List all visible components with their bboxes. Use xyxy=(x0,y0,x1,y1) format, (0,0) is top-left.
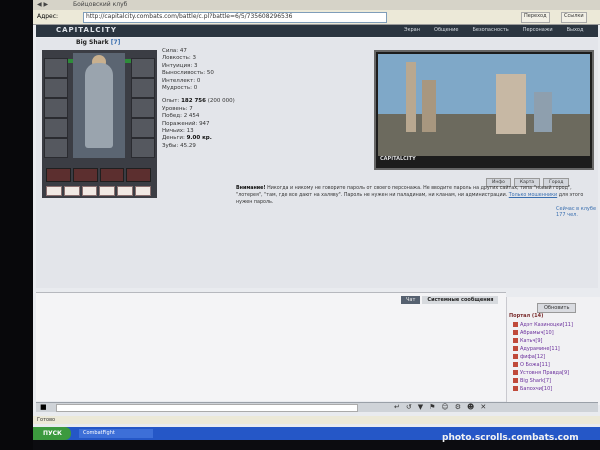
exit-icon[interactable]: ✕ xyxy=(480,403,486,411)
stat-row: Интуиция: 3 xyxy=(162,62,198,69)
url-field[interactable]: http://capitalcity.combats.com/battle/c.… xyxy=(83,12,387,23)
earring-slot[interactable] xyxy=(131,58,155,78)
ring-slot[interactable] xyxy=(135,186,151,196)
record-row: Уровень: 7 xyxy=(162,105,193,112)
menu-icon[interactable]: ■ xyxy=(40,403,47,411)
stat-row: Мудрость: 0 xyxy=(162,85,198,92)
status-bar: Готово xyxy=(33,416,600,424)
list-item[interactable]: фифа[12] xyxy=(513,353,573,361)
chat-area[interactable] xyxy=(36,292,506,401)
record-row: Ничьих: 13 xyxy=(162,128,194,135)
boots-slot[interactable] xyxy=(131,138,155,158)
nav-item[interactable]: Безопасность xyxy=(472,27,508,33)
filter-icon[interactable]: ▼ xyxy=(418,403,423,411)
flag-icon[interactable]: ⚑ xyxy=(429,403,435,411)
game-header: CAPITALCITY Экран Общение Безопасность П… xyxy=(36,25,598,37)
settings-icon[interactable]: ⚙ xyxy=(455,403,461,411)
scam-link[interactable]: Только мошенники xyxy=(509,193,557,198)
weapon-slot[interactable] xyxy=(44,98,68,118)
potion-belt xyxy=(46,168,151,182)
potion-slot[interactable] xyxy=(99,168,125,182)
nav-item[interactable]: Общение xyxy=(434,27,458,33)
chat-input[interactable] xyxy=(56,404,358,412)
refresh-button[interactable]: Обновить xyxy=(537,303,577,313)
character-avatar[interactable] xyxy=(73,53,125,158)
tab-system-messages[interactable]: Системные сообщения xyxy=(422,296,499,304)
list-item[interactable]: Устовня Правда[9] xyxy=(513,369,573,377)
ring-slot[interactable] xyxy=(99,186,116,196)
stat-row: Выносливость: 50 xyxy=(162,70,214,77)
address-label: Адрес: xyxy=(37,13,59,20)
links-button[interactable]: Ссылки xyxy=(561,12,587,23)
helmet-slot[interactable] xyxy=(44,58,68,78)
list-item[interactable]: Абрамыч[10] xyxy=(513,329,573,337)
tab-chat[interactable]: Чат xyxy=(401,296,421,304)
send-icon[interactable]: ↵ xyxy=(394,403,400,411)
start-button[interactable]: ПУСК xyxy=(33,427,71,440)
security-warning: Внимание! Никогда и никому не говорите п… xyxy=(236,186,584,205)
record-row: Побед: 2 454 xyxy=(162,113,200,120)
list-item[interactable]: Бапохчи[10] xyxy=(513,385,573,393)
list-item[interactable]: Катьч[9] xyxy=(513,337,573,345)
status-text: Готово xyxy=(37,417,56,423)
room-name: Портал (14) xyxy=(509,313,544,319)
chat-input-bar: ■ ↵ ↺ ▼ ⚑ ☺ ⚙ ☻ ✕ xyxy=(36,402,598,412)
potion-slot[interactable] xyxy=(126,168,151,182)
online-count: Сейчас в клубе 177 чел. xyxy=(556,206,597,218)
belt-slot[interactable] xyxy=(44,138,68,158)
ring-slot[interactable] xyxy=(117,186,134,196)
game-logo: CAPITALCITY xyxy=(56,26,117,34)
amulet-slot[interactable] xyxy=(44,78,68,98)
monitor-bezel xyxy=(0,0,33,450)
gloves-slot[interactable] xyxy=(131,78,155,98)
list-item[interactable]: О Божа[11] xyxy=(513,361,573,369)
record-row: Поражений: 947 xyxy=(162,120,210,127)
taskbar-item[interactable]: CombatFight xyxy=(79,429,153,438)
watermark: photo.scrolls.combats.com xyxy=(442,433,579,443)
stats-panel: Сила: 47 Ловкость: 3 Интуиция: 3 Выносли… xyxy=(162,48,235,150)
nav-item[interactable]: Экран xyxy=(404,27,420,33)
ring-slot[interactable] xyxy=(63,186,80,196)
nav-item[interactable]: Персонажи xyxy=(523,27,553,33)
list-item[interactable]: Big Shark[7] xyxy=(513,377,573,385)
nav-item[interactable]: Выход xyxy=(567,27,584,33)
armor-slot[interactable] xyxy=(44,118,68,138)
go-button[interactable]: Переход xyxy=(521,12,550,23)
smile-icon[interactable]: ☺ xyxy=(441,403,448,411)
tab-title[interactable]: Бойцовский клуб xyxy=(73,1,127,8)
back-icon[interactable]: ◀ ▶ xyxy=(37,1,48,8)
stat-row: Интеллект: 0 xyxy=(162,77,201,84)
list-item[interactable]: Адурамине[11] xyxy=(513,345,573,353)
clear-icon[interactable]: ↺ xyxy=(406,403,412,411)
scene-caption: CAPITALCITY xyxy=(380,156,416,162)
players-list-panel: Обновить Портал (14) Адэт Казиноцки[11] … xyxy=(506,297,600,405)
user-icon[interactable]: ☻ xyxy=(467,403,474,411)
record-row: Опыт: 182 756 (200 000) xyxy=(162,98,235,105)
potion-slot[interactable] xyxy=(46,168,71,182)
leggings-slot[interactable] xyxy=(131,118,155,138)
location-scene[interactable]: CAPITALCITY xyxy=(374,50,594,170)
ring-slot[interactable] xyxy=(81,186,98,196)
address-bar: Адрес: http://capitalcity.combats.com/ba… xyxy=(33,10,600,25)
record-row: Зубы: 45.29 xyxy=(162,142,196,149)
character-name[interactable]: Big Shark [7] xyxy=(76,39,120,46)
stat-row: Ловкость: 3 xyxy=(162,55,197,62)
inventory-panel xyxy=(42,50,157,198)
ring-slot[interactable] xyxy=(46,186,62,196)
shield-slot[interactable] xyxy=(131,98,155,118)
chat-tabs: Чат Системные сообщения xyxy=(401,296,499,304)
record-row: Деньги: 9.00 кр. xyxy=(162,135,212,142)
browser-window: ◀ ▶ Бойцовский клуб Адрес: http://capita… xyxy=(33,0,600,440)
main-content: Big Shark [7] Сила: 47 Ловкость: 3 Интуи… xyxy=(36,38,598,288)
chat-tools: ↵ ↺ ▼ ⚑ ☺ ⚙ ☻ ✕ xyxy=(394,403,486,411)
top-nav: Экран Общение Безопасность Персонажи Вых… xyxy=(404,27,583,33)
browser-toolbar: ◀ ▶ Бойцовский клуб xyxy=(33,0,600,10)
players-list: Адэт Казиноцки[11] Абрамыч[10] Катьч[9] … xyxy=(513,321,573,393)
list-item[interactable]: Адэт Казиноцки[11] xyxy=(513,321,573,329)
potion-slot[interactable] xyxy=(72,168,98,182)
stat-row: Сила: 47 xyxy=(162,48,187,54)
ring-row xyxy=(46,186,151,196)
